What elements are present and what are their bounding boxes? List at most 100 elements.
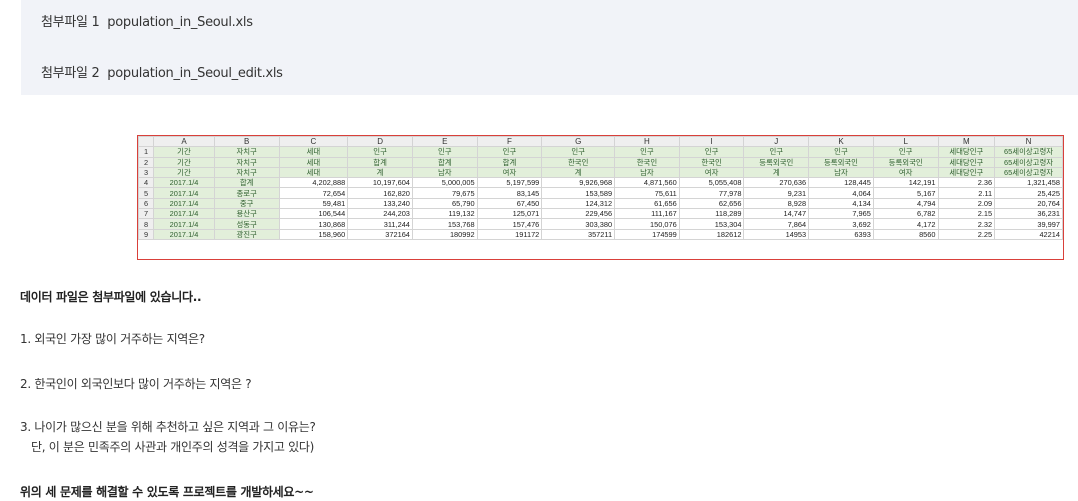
row-header: 1 [138, 146, 155, 158]
table-cell: 14953 [743, 228, 810, 240]
column-header: M [937, 136, 996, 148]
table-cell: 인구 [743, 146, 810, 158]
table-cell: 자치구 [213, 166, 280, 179]
column-header: E [411, 136, 478, 148]
table-cell: 42214 [994, 228, 1063, 240]
table-cell: 2.11 [937, 187, 996, 199]
table-cell: 65세이상고령자 [994, 156, 1063, 168]
column-header: B [213, 136, 280, 148]
table-cell: 인구 [614, 146, 680, 158]
table-cell: 계 [347, 166, 413, 179]
table-cell: 남자 [411, 166, 478, 179]
table-cell: 여자 [872, 166, 939, 179]
table-cell: 229,456 [541, 208, 616, 220]
table-cell: 2.36 [937, 177, 996, 189]
table-cell: 세대 [278, 156, 349, 168]
table-cell: 244,203 [347, 208, 413, 220]
column-header: I [678, 136, 745, 148]
table-cell: 157,476 [476, 218, 543, 230]
table-cell: 191172 [476, 228, 543, 240]
corner-cell [138, 136, 155, 148]
table-cell: 2.32 [937, 218, 996, 230]
table-cell: 162,820 [347, 187, 413, 199]
table-cell: 한국인 [678, 156, 745, 168]
table-cell: 4,794 [872, 197, 939, 210]
table-cell: 9,231 [743, 187, 810, 199]
table-cell: 계 [541, 166, 616, 179]
table-cell: 2017.1/4 [153, 197, 215, 210]
table-cell: 합계 [476, 156, 543, 168]
table-cell: 8560 [872, 228, 939, 240]
attachment-item-1[interactable]: 첨부파일 1 population_in_Seoul.xls [41, 11, 253, 30]
table-cell: 세대당인구 [937, 166, 996, 179]
table-cell: 인구 [476, 146, 543, 158]
table-cell: 8,928 [743, 197, 810, 210]
table-cell: 기간 [153, 166, 215, 179]
table-cell: 158,960 [278, 228, 349, 240]
table-cell: 124,312 [541, 197, 616, 210]
table-cell: 130,868 [278, 218, 349, 230]
row-header: 9 [138, 228, 155, 240]
table-cell: 7,864 [743, 218, 810, 230]
table-cell: 2017.1/4 [153, 177, 215, 189]
table-cell: 인구 [678, 146, 745, 158]
table-cell: 세대당인구 [937, 156, 996, 168]
table-cell: 128,445 [808, 177, 874, 189]
table-cell: 계 [743, 166, 810, 179]
column-header: L [872, 136, 939, 148]
table-row: 4 2017.1/4 합계 4,202,888 10,197,604 5,000,005 5… [138, 177, 1063, 189]
table-cell: 39,997 [994, 218, 1063, 230]
table-cell: 자치구 [213, 156, 280, 168]
row-header: 5 [138, 187, 155, 199]
table-cell: 65세이상고령자 [994, 166, 1063, 179]
table-row: 5 2017.1/4 종로구 72,654 162,820 79,675 83,145 153… [138, 187, 1063, 199]
table-cell: 270,636 [743, 177, 810, 189]
row-header: 2 [138, 156, 155, 168]
table-cell: 광진구 [213, 228, 280, 240]
table-cell: 인구 [872, 146, 939, 158]
table-cell: 4,172 [872, 218, 939, 230]
table-cell: 65세이상고령자 [994, 146, 1063, 158]
table-cell: 4,064 [808, 187, 874, 199]
attachment-item-2[interactable]: 첨부파일 2 population_in_Seoul_edit.xls [41, 62, 283, 81]
attachments-panel: 첨부파일 1 population_in_Seoul.xls 첨부파일 2 po… [21, 0, 1078, 95]
question-3-note: 단, 이 분은 민족주의 사관과 개인주의 성격을 가지고 있다) [31, 440, 315, 454]
table-row: 1 기간 자치구 세대 인구 인구 인구 인구 인구 인구 인구 인구 인구 세대당인구 65세이상고령자 [138, 146, 1063, 158]
table-cell: 2.15 [937, 208, 996, 220]
table-cell: 36,231 [994, 208, 1063, 220]
table-cell: 1,321,458 [994, 177, 1063, 189]
spreadsheet-screenshot: A B C D E F G H I J K L M N 1 기간 자치구 세대 인구 인구 인구 인구 인구 인구 인구 인구 인구… [137, 135, 1064, 260]
closing-instruction: 위의 세 문제를 해결할 수 있도록 프로젝트를 개발하세요~~ [20, 485, 314, 499]
attachment-filename-link[interactable]: population_in_Seoul_edit.xls [107, 66, 283, 81]
row-header: 6 [138, 197, 155, 210]
table-cell: 합계 [213, 177, 280, 189]
table-cell: 세대 [278, 146, 349, 158]
table-cell: 7,965 [808, 208, 874, 220]
attachment-label: 첨부파일 1 [41, 15, 100, 30]
table-cell: 153,768 [411, 218, 478, 230]
table-cell: 111,167 [614, 208, 680, 220]
table-cell: 5,055,408 [678, 177, 745, 189]
attachment-label: 첨부파일 2 [41, 66, 100, 81]
table-cell: 10,197,604 [347, 177, 413, 189]
row-header: 7 [138, 208, 155, 220]
table-cell: 2017.1/4 [153, 228, 215, 240]
table-row: 6 2017.1/4 중구 59,481 133,240 65,790 67,450 124,… [138, 197, 1063, 210]
table-cell: 기간 [153, 156, 215, 168]
table-cell: 142,191 [872, 177, 939, 189]
table-cell: 357211 [541, 228, 616, 240]
table-cell: 2017.1/4 [153, 187, 215, 199]
table-cell: 62,656 [678, 197, 745, 210]
table-cell: 20,764 [994, 197, 1063, 210]
table-cell: 14,747 [743, 208, 810, 220]
table-cell: 372164 [347, 228, 413, 240]
column-header: F [476, 136, 543, 148]
column-header: N [994, 136, 1063, 148]
attachment-filename-link[interactable]: population_in_Seoul.xls [107, 15, 253, 30]
table-cell: 등록외국인 [872, 156, 939, 168]
table-cell: 75,611 [614, 187, 680, 199]
column-header: J [743, 136, 810, 148]
column-header: K [808, 136, 874, 148]
table-cell: 153,304 [678, 218, 745, 230]
column-header: D [347, 136, 413, 148]
